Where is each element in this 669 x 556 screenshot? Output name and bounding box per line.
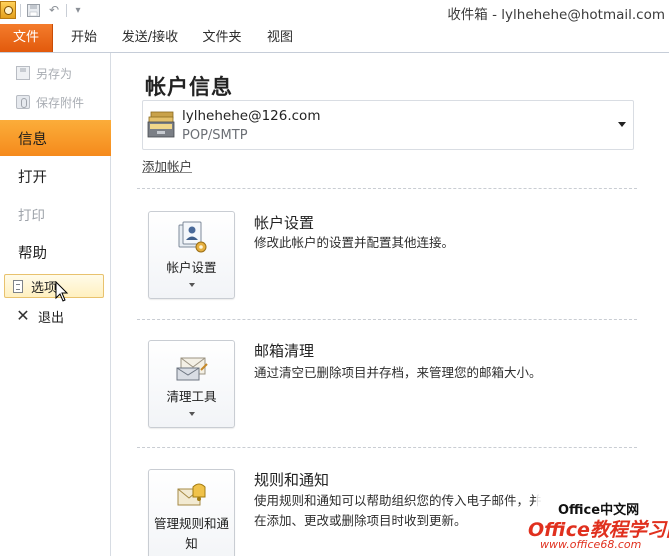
nav-save-as-label: 另存为	[36, 66, 73, 81]
save-as-icon	[16, 66, 30, 80]
tab-send-receive[interactable]: 发送/接收	[117, 24, 183, 52]
account-settings-button[interactable]: 帐户设置	[148, 211, 235, 299]
tab-folder[interactable]: 文件夹	[198, 24, 246, 52]
add-account-link[interactable]: 添加帐户	[142, 156, 192, 175]
account-info-panel: 帐户信息 lylhehehe@126.com POP/SMTP 添加帐户 帐户设…	[111, 53, 669, 556]
rules-and-alerts-description: 使用规则和通知可以帮助组织您的传入电子邮件，并在添加、更改或删除项目时收到更新。	[254, 493, 542, 528]
qat-separator	[20, 4, 21, 17]
options-icon	[13, 279, 23, 293]
cleanup-tools-button-label: 清理工具	[166, 389, 217, 404]
title-bar: ↶ ▾ 收件箱 - lylhehehe@hotmail.com	[0, 0, 669, 25]
nav-options-label: 选项	[31, 280, 58, 296]
nav-open[interactable]: 打开	[0, 158, 110, 194]
manage-rules-button[interactable]: 管理规则和通知	[148, 469, 235, 556]
dropdown-arrow-icon[interactable]	[618, 122, 626, 127]
account-settings-icon	[178, 221, 207, 253]
window-title: 收件箱 - lylhehehe@hotmail.com	[447, 7, 665, 23]
save-icon[interactable]	[25, 2, 41, 18]
save-attachment-icon	[16, 95, 30, 109]
nav-save-attachment-label: 保存附件	[36, 95, 85, 110]
section-divider	[137, 319, 637, 320]
section-divider	[137, 188, 637, 189]
account-selector[interactable]: lylhehehe@126.com POP/SMTP	[142, 100, 634, 150]
customize-qat-icon[interactable]: ▾	[70, 2, 86, 18]
nav-save-attachment[interactable]: 保存附件	[16, 92, 84, 112]
rules-and-alerts-icon	[177, 483, 206, 506]
chevron-down-icon	[189, 283, 195, 287]
mailbox-cleanup-description: 通过清空已删除项目并存档，来管理您的邮箱大小。	[254, 365, 542, 380]
mailbox-cleanup-title: 邮箱清理	[254, 342, 315, 360]
account-cards-icon	[147, 111, 175, 138]
account-settings-button-label: 帐户设置	[166, 260, 217, 275]
nav-save-as[interactable]: 另存为	[16, 63, 72, 83]
account-email: lylhehehe@126.com	[182, 108, 321, 124]
manage-rules-button-label: 管理规则和通知	[153, 516, 229, 551]
account-type: POP/SMTP	[182, 128, 248, 143]
mailbox-cleanup-icon	[176, 357, 208, 381]
nav-exit[interactable]: ✕ 退出	[16, 306, 64, 326]
ribbon-tabs: 文件 开始 发送/接收 文件夹 视图	[0, 24, 669, 53]
nav-help[interactable]: 帮助	[0, 234, 110, 270]
account-settings-description: 修改此帐户的设置并配置其他连接。	[254, 235, 455, 250]
section-divider	[137, 447, 637, 448]
qat-separator	[66, 4, 67, 17]
page-title: 帐户信息	[145, 75, 233, 99]
outlook-backstage-window: ↶ ▾ 收件箱 - lylhehehe@hotmail.com 文件 开始 发送…	[0, 0, 669, 556]
rules-and-alerts-title: 规则和通知	[254, 471, 330, 489]
tab-file[interactable]: 文件	[0, 24, 53, 52]
nav-info[interactable]: 信息	[0, 120, 122, 156]
backstage-nav: 另存为 保存附件 信息 打开 打印 帮助 选项 ✕ 退出	[0, 53, 122, 556]
tab-view[interactable]: 视图	[262, 24, 298, 52]
undo-icon[interactable]: ↶	[46, 2, 62, 18]
cleanup-tools-button[interactable]: 清理工具	[148, 340, 235, 428]
outlook-app-icon[interactable]	[0, 1, 16, 19]
nav-print[interactable]: 打印	[0, 196, 110, 232]
account-settings-title: 帐户设置	[254, 214, 315, 232]
nav-exit-label: 退出	[38, 310, 65, 326]
mouse-pointer-icon	[55, 281, 69, 302]
tab-home[interactable]: 开始	[66, 24, 102, 52]
nav-options[interactable]: 选项	[4, 274, 104, 298]
watermark-url: www.office68.com	[540, 538, 642, 551]
chevron-down-icon	[189, 412, 195, 416]
exit-icon: ✕	[16, 306, 30, 325]
